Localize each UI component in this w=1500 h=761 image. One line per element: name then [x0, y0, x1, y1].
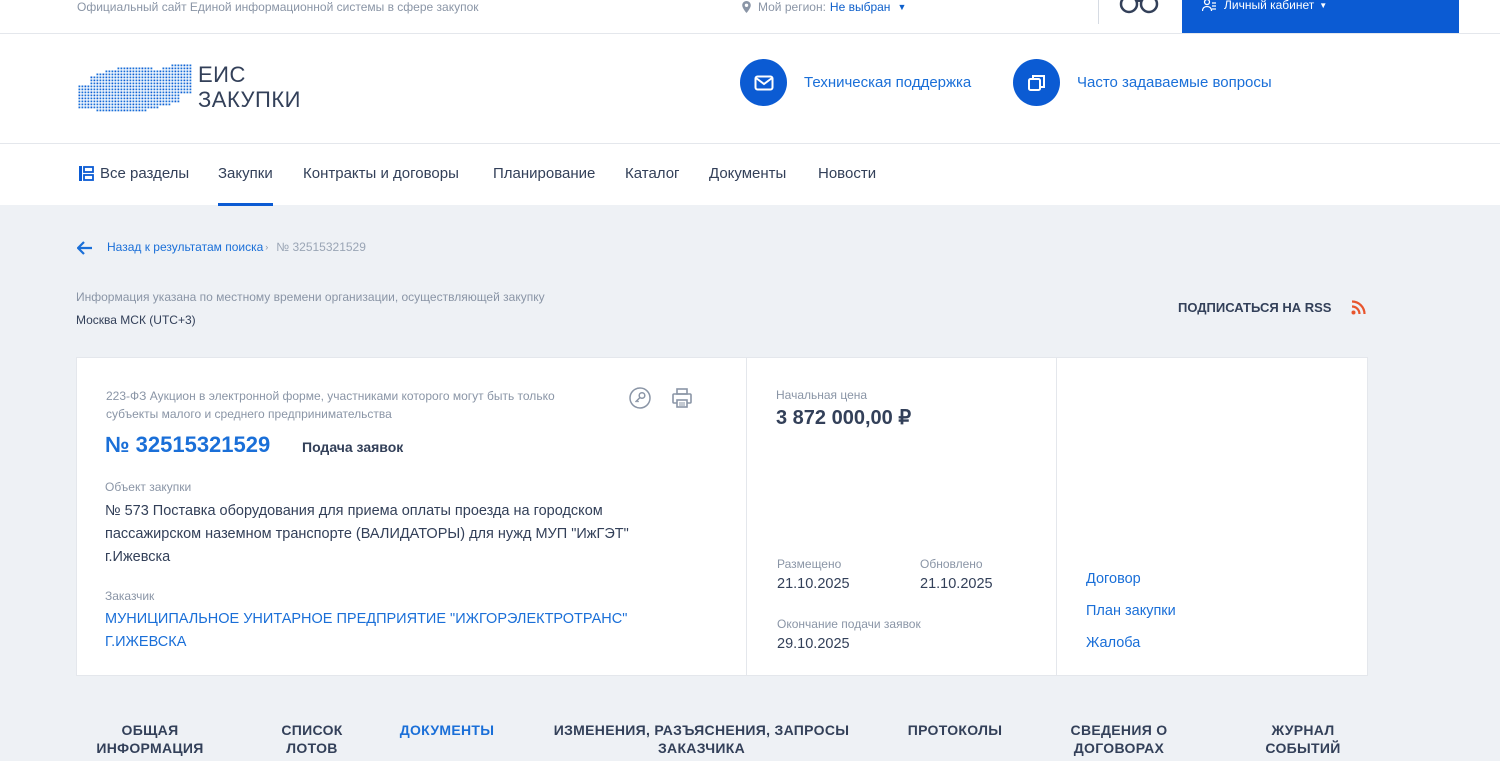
tab-documents[interactable]: ДОКУМЕНТЫ [392, 721, 502, 739]
nav-all-sections-label: Все разделы [100, 165, 190, 182]
procurement-number[interactable]: № 32515321529 [105, 432, 270, 458]
tab-lots-list[interactable]: СПИСОК ЛОТОВ [262, 721, 362, 757]
faq-link[interactable]: Часто задаваемые вопросы [1013, 59, 1272, 106]
nav-item-catalog[interactable]: Каталог [625, 165, 680, 182]
faq-label: Часто задаваемые вопросы [1077, 74, 1272, 91]
glasses-icon[interactable] [1118, 0, 1160, 14]
chevron-down-icon: ▼ [897, 2, 907, 12]
windows-icon [1013, 59, 1060, 106]
site-header: ЕИС ЗАКУПКИ Техническая поддержка Часто … [0, 34, 1500, 144]
support-link[interactable]: Техническая поддержка [740, 59, 971, 106]
back-to-results-link[interactable]: Назад к результатам поиска [107, 240, 263, 254]
region-label: Мой регион: [758, 0, 826, 14]
site-logo-text[interactable]: ЕИС ЗАКУПКИ [198, 62, 301, 112]
cabinet-label: Личный кабинет [1224, 0, 1315, 12]
price-label: Начальная цена [776, 388, 868, 402]
rss-subscribe-button[interactable]: ПОДПИСАТЬСЯ НА RSS [1178, 300, 1367, 315]
tab-label: ДОКУМЕНТЫ [399, 722, 495, 738]
customer-label: Заказчик [105, 589, 155, 603]
tab-label: ДОГОВОРАХ [1073, 740, 1165, 756]
posted-value: 21.10.2025 [777, 576, 850, 592]
updated-label: Обновлено [920, 557, 983, 571]
customer-link[interactable]: МУНИЦИПАЛЬНОЕ УНИТАРНОЕ ПРЕДПРИЯТИЕ "ИЖГ… [105, 608, 665, 654]
sections-icon [79, 166, 94, 181]
nav-item-contracts[interactable]: Контракты и договоры [303, 165, 459, 182]
tab-changes-clarifications[interactable]: ИЗМЕНЕНИЯ, РАЗЪЯСНЕНИЯ, ЗАПРОСЫ ЗАКАЗЧИК… [550, 721, 853, 757]
user-icon [1202, 0, 1216, 11]
contract-link[interactable]: Договор [1086, 571, 1141, 587]
arrow-left-icon[interactable] [77, 241, 93, 255]
nav-item-zakupki[interactable]: Закупки [218, 165, 273, 206]
divider [1098, 0, 1099, 24]
tab-label: ОБЩАЯ [121, 722, 179, 738]
tab-label: СПИСОК [281, 722, 343, 738]
timezone-value: Москва МСК (UTC+3) [76, 313, 196, 327]
posted-label: Размещено [777, 557, 842, 571]
breadcrumb-current: № 32515321529 [276, 239, 366, 254]
tab-label: ЛОТОВ [286, 740, 338, 756]
procurement-status: Подача заявок [302, 439, 404, 455]
key-icon[interactable] [629, 387, 651, 409]
map-pin-icon [742, 1, 751, 13]
deadline-value: 29.10.2025 [777, 636, 850, 652]
tab-protocols[interactable]: ПРОТОКОЛЫ [900, 721, 1010, 739]
rss-icon [1351, 300, 1367, 315]
procurement-type: 223-ФЗ Аукцион в электронной форме, учас… [106, 389, 555, 421]
tab-label: ЖУРНАЛ [1271, 722, 1335, 738]
tab-contracts-info[interactable]: СВЕДЕНИЯ О ДОГОВОРАХ [1059, 721, 1179, 757]
updated-value: 21.10.2025 [920, 576, 993, 592]
tab-event-log[interactable]: ЖУРНАЛ СОБЫТИЙ [1253, 721, 1353, 757]
rss-label: ПОДПИСАТЬСЯ НА RSS [1178, 300, 1332, 315]
top-bar: Официальный сайт Единой информационной с… [0, 0, 1500, 34]
tab-label: ЗАКАЗЧИКА [657, 740, 746, 756]
section-tabs: ОБЩАЯ ИНФОРМАЦИЯ СПИСОК ЛОТОВ ДОКУМЕНТЫ … [0, 674, 1500, 761]
tab-label: ПРОТОКОЛЫ [907, 722, 1003, 738]
tab-label: ИЗМЕНЕНИЯ, РАЗЪЯСНЕНИЯ, ЗАПРОСЫ [553, 722, 850, 738]
tab-label: СВЕДЕНИЯ О [1070, 722, 1168, 738]
personal-cabinet-button[interactable]: Личный кабинет ▼ [1182, 0, 1459, 33]
price-value: 3 872 000,00 ₽ [776, 407, 912, 429]
main-nav: Все разделы Закупки Контракты и договоры… [0, 144, 1500, 206]
deadline-label: Окончание подачи заявок [777, 617, 921, 631]
russia-map-logo-icon[interactable] [77, 60, 193, 118]
chevron-down-icon: ▼ [1319, 0, 1328, 10]
breadcrumb-separator-icon: › [265, 241, 269, 252]
tab-label: ИНФОРМАЦИЯ [96, 740, 204, 756]
nav-item-documents[interactable]: Документы [709, 165, 786, 182]
procurement-card: 223-ФЗ Аукцион в электронной форме, учас… [76, 357, 1368, 676]
logo-line-1: ЕИС [198, 62, 246, 87]
region-selector[interactable]: Мой регион: Не выбран ▼ [742, 0, 906, 14]
logo-line-2: ЗАКУПКИ [198, 87, 301, 112]
divider [746, 358, 747, 675]
tab-label: СОБЫТИЙ [1265, 740, 1341, 756]
mail-icon [740, 59, 787, 106]
complaint-link[interactable]: Жалоба [1086, 635, 1140, 651]
nav-item-planning[interactable]: Планирование [493, 165, 595, 182]
region-value[interactable]: Не выбран [830, 0, 891, 14]
printer-icon[interactable] [671, 387, 693, 409]
divider [1056, 358, 1057, 675]
procurement-plan-link[interactable]: План закупки [1086, 603, 1176, 619]
tab-general-info[interactable]: ОБЩАЯ ИНФОРМАЦИЯ [90, 721, 210, 757]
procurement-object: № 573 Поставка оборудования для приема о… [105, 503, 629, 565]
nav-item-news[interactable]: Новости [818, 165, 876, 182]
timezone-info: Информация указана по местному времени о… [76, 290, 545, 304]
breadcrumb: Назад к результатам поиска › № 325153215… [77, 238, 366, 255]
object-label: Объект закупки [105, 480, 192, 494]
site-description: Официальный сайт Единой информационной с… [77, 0, 479, 14]
support-label: Техническая поддержка [804, 74, 972, 91]
nav-all-sections[interactable]: Все разделы [78, 165, 189, 182]
